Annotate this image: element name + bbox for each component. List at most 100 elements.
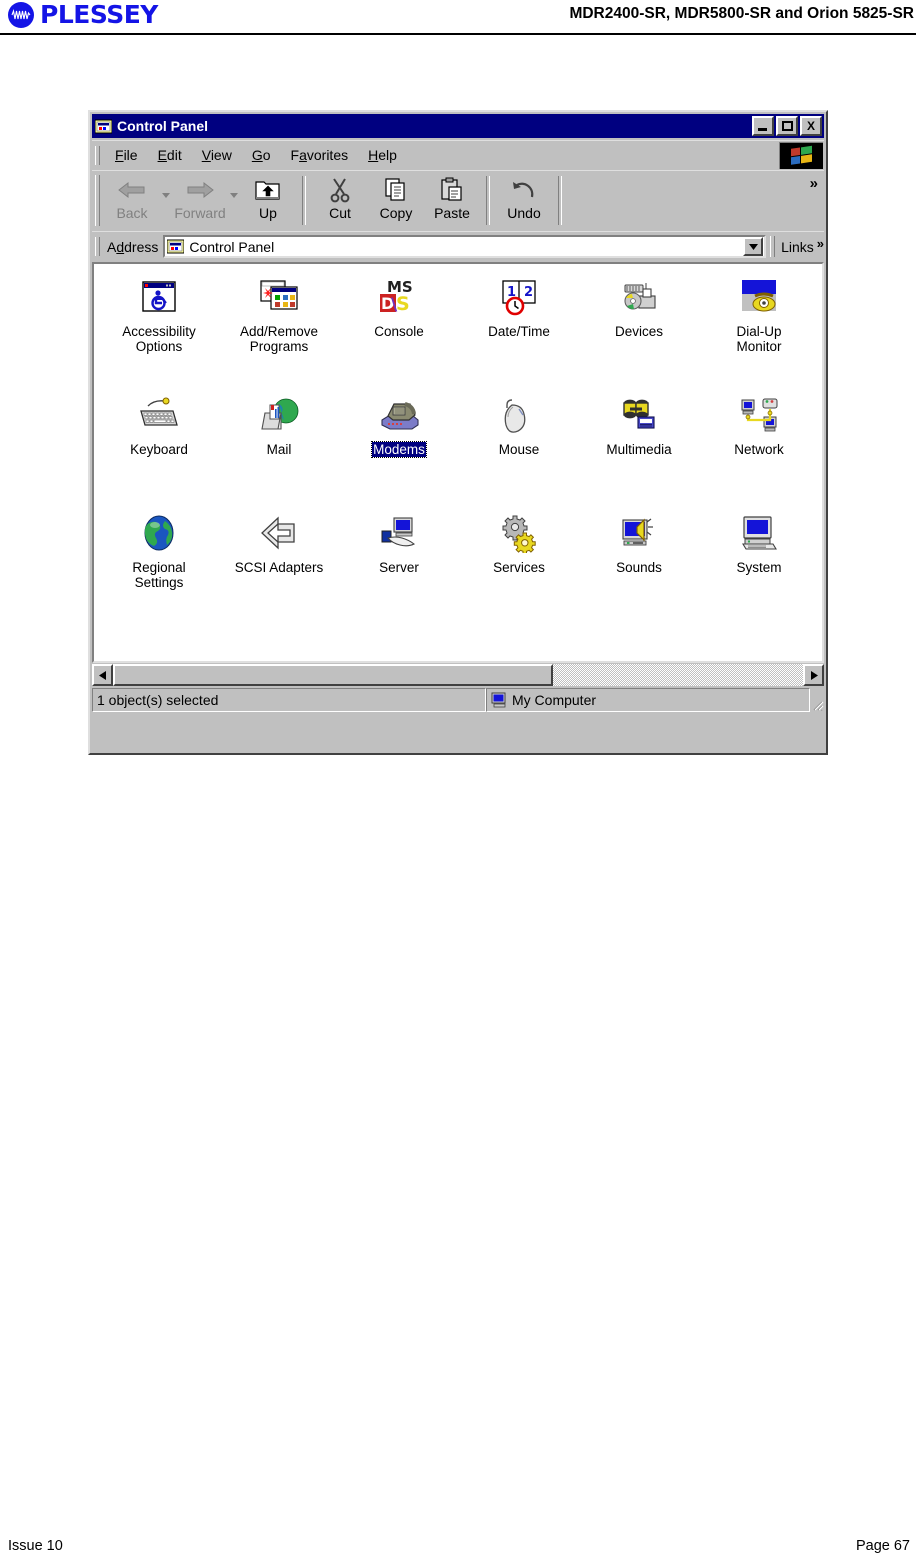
- cp-item-add-remove-programs[interactable]: Add/Remove Programs: [219, 272, 339, 390]
- plessey-wordmark: PLESSEY: [40, 0, 158, 29]
- cp-label: Mouse: [498, 442, 540, 457]
- menu-item-edit[interactable]: Edit: [148, 145, 192, 165]
- toolbar-separator: [302, 176, 306, 225]
- cp-item-network[interactable]: Network: [699, 390, 819, 508]
- window-title-bar[interactable]: Control Panel X: [92, 114, 824, 138]
- content-pane[interactable]: Accessibility Options Add/Remove Program…: [92, 262, 824, 663]
- toolbar-up-label: Up: [259, 205, 277, 221]
- cp-item-regional-settings[interactable]: Regional Settings: [99, 508, 219, 626]
- cp-label: Console: [374, 324, 424, 339]
- cp-label: Accessibility Options: [122, 324, 196, 354]
- cp-label: Mail: [266, 442, 292, 457]
- toolbar-up-button[interactable]: Up: [240, 171, 296, 230]
- services-gears-icon: [498, 512, 540, 554]
- server-icon: [378, 512, 420, 554]
- toolbar-forward-button[interactable]: Forward: [172, 171, 228, 230]
- horizontal-scrollbar[interactable]: [92, 664, 824, 686]
- devices-icon: [618, 276, 660, 318]
- cp-item-server[interactable]: Server: [339, 508, 459, 626]
- maximize-button[interactable]: [776, 116, 798, 136]
- close-button[interactable]: X: [800, 116, 822, 136]
- toolbar-cut-label: Cut: [329, 205, 351, 221]
- links-button[interactable]: Links: [781, 239, 814, 255]
- menu-item-view[interactable]: View: [192, 145, 242, 165]
- scroll-right-arrow-icon[interactable]: [803, 664, 824, 686]
- cp-label: Sounds: [616, 560, 662, 575]
- toolbar-paste-label: Paste: [434, 205, 470, 221]
- cp-label: Server: [379, 560, 419, 575]
- toolbar-forward-label: Forward: [174, 205, 226, 221]
- minimize-button[interactable]: [752, 116, 774, 136]
- forward-dropdown-chevron-down-icon[interactable]: [228, 171, 240, 230]
- links-overflow-chevron-icon[interactable]: »: [817, 236, 824, 257]
- address-chevron-down-icon[interactable]: [743, 237, 764, 256]
- menu-item-help[interactable]: Help: [358, 145, 407, 165]
- cp-label: System: [736, 560, 782, 575]
- toolbar-paste-button[interactable]: Paste: [424, 171, 480, 230]
- network-icon: [738, 394, 780, 436]
- scroll-left-arrow-icon[interactable]: [92, 664, 113, 686]
- scrollbar-thumb[interactable]: [113, 664, 553, 686]
- toolbar-separator: [486, 176, 490, 225]
- toolbar-separator: [558, 176, 562, 225]
- undo-arrow-icon: [510, 175, 538, 205]
- scrollbar-track[interactable]: [113, 664, 803, 686]
- cp-label: Modems: [371, 441, 427, 458]
- cp-item-system[interactable]: System: [699, 508, 819, 626]
- add-remove-programs-icon: [258, 276, 300, 318]
- menu-item-favorites[interactable]: Favorites: [281, 145, 359, 165]
- cp-label: SCSI Adapters: [234, 560, 324, 575]
- cp-label: Regional Settings: [132, 560, 186, 590]
- mail-icon: [258, 394, 300, 436]
- cp-item-scsi-adapters[interactable]: SCSI Adapters: [219, 508, 339, 626]
- control-panel-icon-grid: Accessibility Options Add/Remove Program…: [94, 264, 822, 626]
- clipboard-paste-icon: [440, 175, 464, 205]
- cp-item-modems[interactable]: Modems: [339, 390, 459, 508]
- cp-label: Add/Remove Programs: [239, 324, 319, 354]
- cp-item-mouse[interactable]: Mouse: [459, 390, 579, 508]
- cp-item-multimedia[interactable]: Multimedia: [579, 390, 699, 508]
- cp-item-dial-up-monitor[interactable]: Dial-Up Monitor: [699, 272, 819, 390]
- cp-label: Dial-Up Monitor: [736, 324, 782, 354]
- cp-item-keyboard[interactable]: Keyboard: [99, 390, 219, 508]
- toolbar-copy-button[interactable]: Copy: [368, 171, 424, 230]
- cp-item-services[interactable]: Services: [459, 508, 579, 626]
- sounds-icon: [618, 512, 660, 554]
- page-header: PLESSEY MDR2400-SR, MDR5800-SR and Orion…: [0, 0, 916, 35]
- cp-item-console[interactable]: MS D S \ Console: [339, 272, 459, 390]
- cp-label: Services: [493, 560, 545, 575]
- svg-text:2: 2: [524, 285, 533, 300]
- status-zone-cell: My Computer: [486, 688, 810, 712]
- toolbar-back-button[interactable]: Back: [104, 171, 160, 230]
- cp-label: Date/Time: [488, 324, 550, 339]
- address-bar: Address Control Panel Links »: [92, 231, 824, 261]
- toolbar-undo-button[interactable]: Undo: [496, 171, 552, 230]
- cp-item-date-time[interactable]: 1 2 Date/Time: [459, 272, 579, 390]
- toolbar-drag-grip[interactable]: [95, 175, 100, 226]
- cp-item-sounds[interactable]: Sounds: [579, 508, 699, 626]
- dial-up-monitor-icon: [738, 276, 780, 318]
- cp-label: Devices: [614, 324, 663, 339]
- control-panel-window: Control Panel X File Edit View Go Favori…: [88, 110, 828, 755]
- cp-item-accessibility-options[interactable]: Accessibility Options: [99, 272, 219, 390]
- toolbar-copy-label: Copy: [379, 205, 413, 221]
- toolbar-cut-button[interactable]: Cut: [312, 171, 368, 230]
- address-drag-grip[interactable]: [95, 237, 100, 256]
- back-dropdown-chevron-down-icon[interactable]: [160, 171, 172, 230]
- scissors-icon: [328, 175, 352, 205]
- my-computer-icon: [491, 692, 507, 708]
- date-time-icon: 1 2: [498, 276, 540, 318]
- toolbar-spacer: [568, 171, 810, 230]
- system-icon: [738, 512, 780, 554]
- menu-item-file[interactable]: File: [105, 145, 148, 165]
- window-resize-grip[interactable]: [810, 688, 824, 712]
- footer-issue: Issue 10: [8, 1538, 63, 1554]
- cp-item-mail[interactable]: Mail: [219, 390, 339, 508]
- menu-drag-grip[interactable]: [95, 145, 100, 165]
- toolbar-overflow-chevron-icon[interactable]: »: [810, 171, 824, 230]
- cp-item-devices[interactable]: Devices: [579, 272, 699, 390]
- address-input[interactable]: Control Panel: [163, 235, 767, 258]
- control-panel-folder-icon: [167, 238, 185, 255]
- minimize-icon: [758, 128, 767, 131]
- menu-item-go[interactable]: Go: [242, 145, 281, 165]
